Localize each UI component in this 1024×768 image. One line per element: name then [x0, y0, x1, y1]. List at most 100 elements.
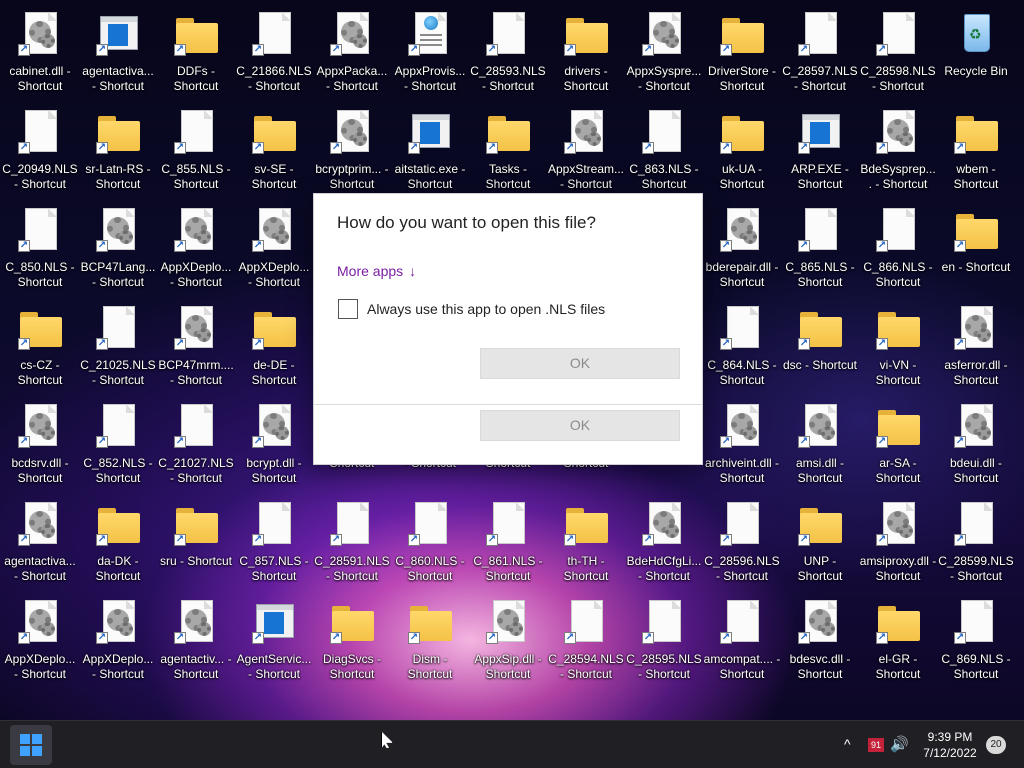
desktop-icon[interactable]: ↗ th-TH - Shortcut: [547, 492, 625, 584]
desktop-icon[interactable]: ↗ UNP - Shortcut: [781, 492, 859, 584]
desktop-icon[interactable]: ↗ bdesvc.dll - Shortcut: [781, 590, 859, 682]
desktop-icon[interactable]: ↗ bderepair.dll - Shortcut: [703, 198, 781, 290]
desktop-icon[interactable]: ↗ C_28598.NLS - Shortcut: [859, 2, 937, 94]
desktop-icon[interactable]: ↗ C_28596.NLS - Shortcut: [703, 492, 781, 584]
desktop-icon[interactable]: ↗ bcryptprim... - Shortcut: [313, 100, 391, 192]
shortcut-arrow-icon: ↗: [18, 632, 30, 644]
desktop-icon[interactable]: ↗ wbem - Shortcut: [937, 100, 1015, 192]
desktop-icon[interactable]: ↗ C_20949.NLS - Shortcut: [1, 100, 79, 192]
desktop-icon[interactable]: ↗ C_863.NLS - Shortcut: [625, 100, 703, 192]
desktop-icon[interactable]: ↗ AgentServic... - Shortcut: [235, 590, 313, 682]
desktop-icon[interactable]: ↗ vi-VN - Shortcut: [859, 296, 937, 388]
clock[interactable]: 9:39 PM 7/12/2022: [918, 729, 982, 761]
desktop-icon[interactable]: ↗ C_28597.NLS - Shortcut: [781, 2, 859, 94]
desktop-icon[interactable]: ↗ C_850.NLS - Shortcut: [1, 198, 79, 290]
desktop-icon[interactable]: ↗ archiveint.dll - Shortcut: [703, 394, 781, 486]
shortcut-arrow-icon: ↗: [408, 632, 420, 644]
notification-count-badge[interactable]: 20: [986, 736, 1006, 754]
desktop-icon[interactable]: ↗ BCP47Lang... - Shortcut: [79, 198, 157, 290]
desktop-icon[interactable]: ↗ aitstatic.exe - Shortcut: [391, 100, 469, 192]
shortcut-arrow-icon: ↗: [720, 534, 732, 546]
shortcut-arrow-icon: ↗: [174, 534, 186, 546]
desktop-icon[interactable]: ↗ en - Shortcut: [937, 198, 1015, 290]
more-apps-link[interactable]: More apps ↓: [337, 263, 416, 279]
desktop-icon[interactable]: ↗ C_865.NLS - Shortcut: [781, 198, 859, 290]
desktop-icon[interactable]: ↗ AppxStream... - Shortcut: [547, 100, 625, 192]
ok-button-secondary[interactable]: OK: [480, 410, 680, 441]
desktop-icon[interactable]: ↗ C_861.NLS - Shortcut: [469, 492, 547, 584]
desktop-icon-label: AppxSip.dll - Shortcut: [474, 652, 542, 681]
shortcut-arrow-icon: ↗: [954, 436, 966, 448]
desktop-icon[interactable]: ↗ AppxProvis... - Shortcut: [391, 2, 469, 94]
desktop-icon[interactable]: ↗ amsi.dll - Shortcut: [781, 394, 859, 486]
desktop-icon[interactable]: ↗ cs-CZ - Shortcut: [1, 296, 79, 388]
desktop-icon[interactable]: ↗ C_28599.NLS - Shortcut: [937, 492, 1015, 584]
folder-icon: ↗: [250, 304, 298, 352]
desktop-icon[interactable]: ↗ DriverStore - Shortcut: [703, 2, 781, 94]
desktop-icon[interactable]: ↗ AppxSyspre... - Shortcut: [625, 2, 703, 94]
desktop-icon[interactable]: ↗ AppXDeplo... - Shortcut: [1, 590, 79, 682]
desktop-icon[interactable]: ↗ C_864.NLS - Shortcut: [703, 296, 781, 388]
desktop-icon[interactable]: ↗ C_869.NLS - Shortcut: [937, 590, 1015, 682]
desktop-icon[interactable]: ↗ drivers - Shortcut: [547, 2, 625, 94]
desktop-icon[interactable]: ↗ da-DK - Shortcut: [79, 492, 157, 584]
desktop-icon[interactable]: ↗ BdeSysprep.... - Shortcut: [859, 100, 937, 192]
shortcut-arrow-icon: ↗: [174, 338, 186, 350]
desktop-icon[interactable]: ↗ asferror.dll - Shortcut: [937, 296, 1015, 388]
chevron-up-icon[interactable]: ^: [844, 736, 851, 752]
always-use-row[interactable]: Always use this app to open .NLS files: [338, 299, 605, 319]
desktop-icon[interactable]: ↗ C_28591.NLS - Shortcut: [313, 492, 391, 584]
desktop-icon[interactable]: ↗ cabinet.dll - Shortcut: [1, 2, 79, 94]
desktop-icon[interactable]: ↗ uk-UA - Shortcut: [703, 100, 781, 192]
desktop-icon[interactable]: ↗ AppXDeplo... - Shortcut: [79, 590, 157, 682]
desktop-icon[interactable]: ↗ bcrypt.dll - Shortcut: [235, 394, 313, 486]
desktop-icon[interactable]: ↗ C_28595.NLS - Shortcut: [625, 590, 703, 682]
desktop-icon[interactable]: ↗ AppXDeplo... - Shortcut: [235, 198, 313, 290]
desktop-icon-label: agentactiva... - Shortcut: [82, 64, 154, 93]
desktop-icon[interactable]: ↗ amsiproxy.dll - Shortcut: [859, 492, 937, 584]
desktop-icon[interactable]: ↗ AppXDeplo... - Shortcut: [157, 198, 235, 290]
desktop-icon[interactable]: ↗ Dism - Shortcut: [391, 590, 469, 682]
desktop-icon[interactable]: ↗ C_28593.NLS - Shortcut: [469, 2, 547, 94]
desktop-icon[interactable]: ↗ ar-SA - Shortcut: [859, 394, 937, 486]
desktop-icon[interactable]: ↗ bcdsrv.dll - Shortcut: [1, 394, 79, 486]
shortcut-arrow-icon: ↗: [330, 44, 342, 56]
desktop-icon[interactable]: ↗ C_21866.NLS - Shortcut: [235, 2, 313, 94]
desktop-icon-label: UNP - Shortcut: [797, 554, 843, 583]
tray-app-icon[interactable]: 91: [868, 738, 884, 752]
desktop-icon[interactable]: ↗ bdeui.dll - Shortcut: [937, 394, 1015, 486]
desktop-icon[interactable]: ↗ agentactiva... - Shortcut: [1, 492, 79, 584]
desktop-icon[interactable]: ↗ sv-SE - Shortcut: [235, 100, 313, 192]
desktop-icon[interactable]: ↗ sru - Shortcut: [157, 492, 235, 584]
desktop-icon[interactable]: ↗ BCP47mrm.... - Shortcut: [157, 296, 235, 388]
desktop-icon[interactable]: ↗ C_28594.NLS - Shortcut: [547, 590, 625, 682]
desktop-icon[interactable]: ↗ dsc - Shortcut: [781, 296, 859, 388]
ok-button-primary[interactable]: OK: [480, 348, 680, 379]
desktop-icon[interactable]: ↗ C_866.NLS - Shortcut: [859, 198, 937, 290]
desktop-icon[interactable]: ↗ agentactiva... - Shortcut: [79, 2, 157, 94]
desktop-icon[interactable]: ↗ C_857.NLS - Shortcut: [235, 492, 313, 584]
desktop-icon[interactable]: ↗ C_860.NLS - Shortcut: [391, 492, 469, 584]
desktop-icon[interactable]: ↗ C_852.NLS - Shortcut: [79, 394, 157, 486]
desktop-icon-label: C_28595.NLS - Shortcut: [626, 652, 702, 681]
always-use-checkbox[interactable]: [338, 299, 358, 319]
desktop-icon[interactable]: ↗ C_21027.NLS - Shortcut: [157, 394, 235, 486]
desktop-icon[interactable]: ↗ DDFs - Shortcut: [157, 2, 235, 94]
desktop-icon[interactable]: ↗ AppxSip.dll - Shortcut: [469, 590, 547, 682]
shortcut-arrow-icon: ↗: [876, 436, 888, 448]
desktop-icon[interactable]: ↗ sr-Latn-RS - Shortcut: [79, 100, 157, 192]
desktop-icon[interactable]: ↗ C_21025.NLS - Shortcut: [79, 296, 157, 388]
desktop-icon[interactable]: ↗ de-DE - Shortcut: [235, 296, 313, 388]
desktop-icon[interactable]: ↗ el-GR - Shortcut: [859, 590, 937, 682]
desktop-icon[interactable]: ↗ Tasks - Shortcut: [469, 100, 547, 192]
desktop-icon[interactable]: ♻ Recycle Bin: [937, 2, 1015, 94]
desktop-icon[interactable]: ↗ DiagSvcs - Shortcut: [313, 590, 391, 682]
desktop-icon[interactable]: ↗ agentactiv... - Shortcut: [157, 590, 235, 682]
desktop-icon[interactable]: ↗ amcompat.... - Shortcut: [703, 590, 781, 682]
desktop-icon[interactable]: ↗ BdeHdCfgLi... - Shortcut: [625, 492, 703, 584]
desktop-icon[interactable]: ↗ C_855.NLS - Shortcut: [157, 100, 235, 192]
volume-icon[interactable]: 🔊: [890, 735, 909, 753]
desktop-icon[interactable]: ↗ AppxPacka... - Shortcut: [313, 2, 391, 94]
desktop-icon[interactable]: ↗ ARP.EXE - Shortcut: [781, 100, 859, 192]
start-button[interactable]: [10, 725, 52, 765]
